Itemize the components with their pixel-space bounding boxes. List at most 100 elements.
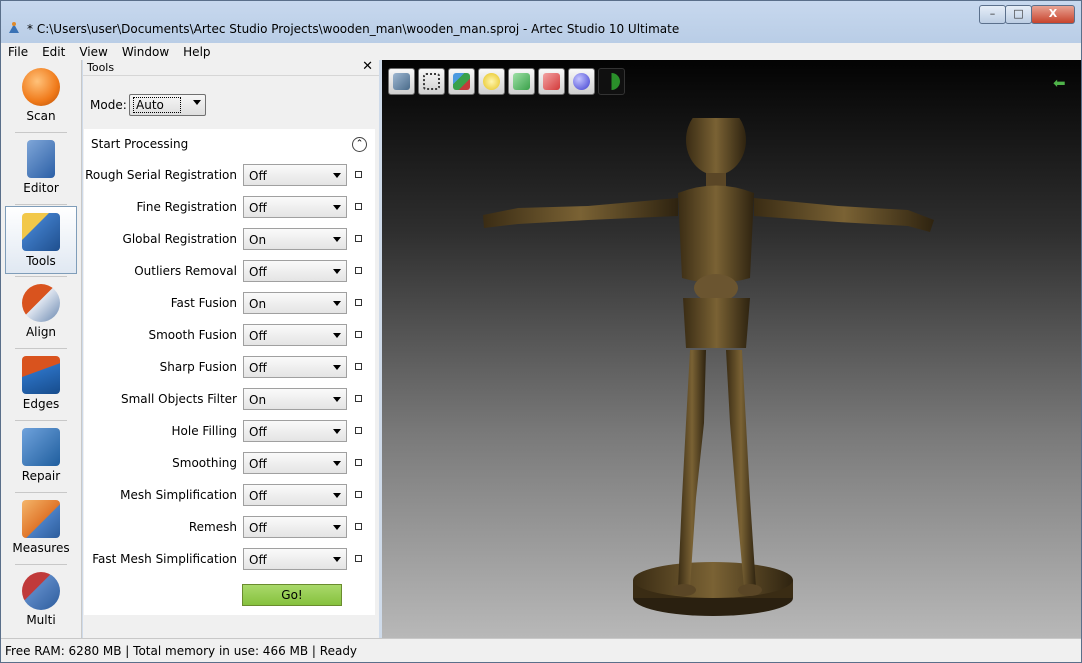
option-select[interactable]: Off <box>243 452 347 474</box>
app-window: * C:\Users\user\Documents\Artec Studio P… <box>0 0 1082 663</box>
option-select[interactable]: Off <box>243 324 347 346</box>
option-select[interactable]: Off <box>243 356 347 378</box>
option-label: Smooth Fusion <box>148 328 238 342</box>
option-row-fast-mesh-simplification: Fast Mesh Simplification Off <box>84 548 375 570</box>
option-select[interactable]: Off <box>243 420 347 442</box>
option-checkbox[interactable] <box>355 491 362 498</box>
tools-panel-title: Tools <box>87 61 115 74</box>
sidebar-item-scan[interactable]: Scan <box>5 62 77 130</box>
option-checkbox[interactable] <box>355 555 362 562</box>
sidebar-item-label: Edges <box>22 397 60 411</box>
option-select[interactable]: Off <box>243 548 347 570</box>
light-toggle-icon[interactable] <box>598 68 625 95</box>
sidebar-item-tools[interactable]: Tools <box>5 206 77 274</box>
sidebar-item-multi[interactable]: Multi <box>5 566 77 634</box>
option-select[interactable]: Off <box>243 260 347 282</box>
chevron-down-icon <box>333 269 341 274</box>
sidebar-item-measures[interactable]: Measures <box>5 494 77 562</box>
option-checkbox[interactable] <box>355 523 362 530</box>
fit-view-icon[interactable] <box>418 68 445 95</box>
option-label: Hole Filling <box>171 424 237 438</box>
menu-help[interactable]: Help <box>176 45 217 59</box>
option-select[interactable]: On <box>243 292 347 314</box>
option-label: Smoothing <box>172 456 237 470</box>
option-row-global-registration: Global Registration On <box>84 228 375 250</box>
solid-mode-icon[interactable] <box>538 68 565 95</box>
go-button[interactable]: Go! <box>242 584 342 606</box>
chevron-down-icon <box>193 100 201 105</box>
sidebar-divider <box>15 276 67 277</box>
sidebar-divider <box>15 492 67 493</box>
option-value: Off <box>249 169 267 183</box>
start-processing-section: Start Processing ⌃ Rough Serial Registra… <box>84 129 375 615</box>
sidebar-divider <box>15 132 67 133</box>
option-checkbox[interactable] <box>355 171 362 178</box>
align-icon <box>22 284 60 322</box>
option-select[interactable]: On <box>243 388 347 410</box>
menu-window[interactable]: Window <box>115 45 176 59</box>
menu-edit[interactable]: Edit <box>35 45 72 59</box>
option-select[interactable]: Off <box>243 164 347 186</box>
option-checkbox[interactable] <box>355 459 362 466</box>
chevron-down-icon <box>333 205 341 210</box>
maximize-button[interactable]: □ <box>1005 5 1032 24</box>
option-label: Remesh <box>188 520 237 534</box>
sidebar-item-editor[interactable]: Editor <box>5 134 77 202</box>
chevron-down-icon <box>333 301 341 306</box>
option-checkbox[interactable] <box>355 267 362 274</box>
light-bulb-icon[interactable] <box>478 68 505 95</box>
sidebar-item-label: Align <box>25 325 57 339</box>
sphere-mode-icon[interactable] <box>568 68 595 95</box>
close-button[interactable]: X <box>1031 5 1075 24</box>
option-select[interactable]: On <box>243 228 347 250</box>
option-row-remesh: Remesh Off <box>84 516 375 538</box>
menu-view[interactable]: View <box>72 45 114 59</box>
option-select[interactable]: Off <box>243 516 347 538</box>
measures-icon <box>22 500 60 538</box>
sidebar-divider <box>15 348 67 349</box>
option-row-smoothing: Smoothing Off <box>84 452 375 474</box>
menu-file[interactable]: File <box>1 45 35 59</box>
axes-icon[interactable] <box>448 68 475 95</box>
sidebar-item-label: Measures <box>12 541 70 555</box>
sidebar-divider <box>15 204 67 205</box>
app-icon <box>9 22 19 33</box>
option-value: Off <box>249 361 267 375</box>
minimize-button[interactable]: – <box>979 5 1006 24</box>
editor-icon <box>27 140 55 178</box>
3d-viewport[interactable]: ⬅ <box>382 60 1081 638</box>
mode-value: Auto <box>133 97 181 113</box>
collapse-icon[interactable]: ⌃ <box>352 137 367 152</box>
option-row-mesh-simplification: Mesh Simplification Off <box>84 484 375 506</box>
option-checkbox[interactable] <box>355 363 362 370</box>
sidebar-divider <box>15 420 67 421</box>
option-value: Off <box>249 265 267 279</box>
option-label: Fast Fusion <box>170 296 237 310</box>
home-view-icon[interactable] <box>388 68 415 95</box>
option-label: Global Registration <box>122 232 237 246</box>
option-select[interactable]: Off <box>243 196 347 218</box>
option-checkbox[interactable] <box>355 203 362 210</box>
chevron-down-icon <box>333 333 341 338</box>
sidebar-item-label: Repair <box>21 469 61 483</box>
chevron-down-icon <box>333 365 341 370</box>
chevron-down-icon <box>333 429 341 434</box>
sidebar-item-align[interactable]: Align <box>5 278 77 346</box>
texture-mode-icon[interactable] <box>508 68 535 95</box>
option-select[interactable]: Off <box>243 484 347 506</box>
sidebar-item-edges[interactable]: Edges <box>5 350 77 418</box>
option-checkbox[interactable] <box>355 427 362 434</box>
back-arrow-icon[interactable]: ⬅ <box>1053 76 1073 91</box>
mode-select[interactable]: Auto <box>129 94 206 116</box>
option-row-rough-serial-registration: Rough Serial Registration Off <box>84 164 375 186</box>
option-checkbox[interactable] <box>355 395 362 402</box>
panel-close-icon[interactable]: ✕ <box>362 59 373 74</box>
option-label: Rough Serial Registration <box>85 168 237 182</box>
option-checkbox[interactable] <box>355 235 362 242</box>
option-checkbox[interactable] <box>355 299 362 306</box>
option-checkbox[interactable] <box>355 331 362 338</box>
main-sidebar: Scan Editor Tools Align Edges Repair Mea… <box>1 60 82 638</box>
option-label: Small Objects Filter <box>120 392 237 406</box>
scan-icon <box>22 68 60 106</box>
sidebar-item-repair[interactable]: Repair <box>5 422 77 490</box>
